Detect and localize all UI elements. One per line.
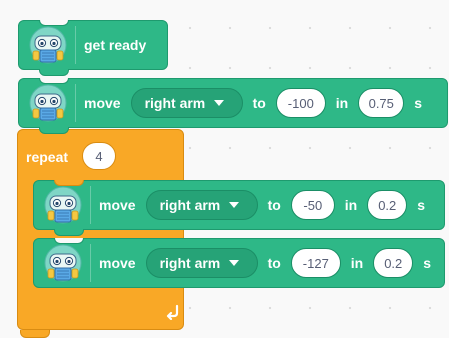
robot-avatar-icon <box>29 26 67 64</box>
body-part-value: right arm <box>144 95 206 111</box>
robot-avatar-icon <box>44 186 82 224</box>
move-label: move <box>99 255 136 271</box>
repeat-count-input[interactable]: 4 <box>82 142 116 170</box>
to-label: to <box>267 255 281 271</box>
to-label: to <box>267 197 281 213</box>
repeat-label: repeat <box>26 149 69 165</box>
seconds-label: s <box>414 95 423 111</box>
position-input[interactable]: -50 <box>290 190 335 220</box>
seconds-label: s <box>417 197 426 213</box>
block-divider <box>75 84 76 122</box>
chevron-down-icon <box>229 260 240 266</box>
code-workspace[interactable]: get ready move right arm to -100 in 0.75… <box>0 0 449 338</box>
body-part-dropdown[interactable]: right arm <box>130 88 243 118</box>
duration-input[interactable]: 0.75 <box>358 88 405 118</box>
block-divider <box>90 244 91 282</box>
move-block-3[interactable]: move right arm to -127 in 0.2 s <box>33 238 445 288</box>
robot-avatar-icon <box>44 244 82 282</box>
body-part-dropdown[interactable]: right arm <box>145 248 258 278</box>
chevron-down-icon <box>229 202 240 208</box>
body-part-value: right arm <box>159 255 221 271</box>
position-input[interactable]: -100 <box>275 88 326 118</box>
repeat-block-tab <box>20 330 50 338</box>
move-label: move <box>84 95 121 111</box>
move-label: move <box>99 197 136 213</box>
block-divider <box>75 26 76 64</box>
in-label: in <box>335 95 349 111</box>
move-block-1[interactable]: move right arm to -100 in 0.75 s <box>18 78 448 134</box>
duration-input[interactable]: 0.2 <box>373 248 414 278</box>
move-block-2[interactable]: move right arm to -50 in 0.2 s <box>33 180 445 236</box>
block-tab <box>39 69 69 76</box>
seconds-label: s <box>423 255 432 271</box>
get-ready-block[interactable]: get ready <box>18 20 168 76</box>
get-ready-label: get ready <box>84 37 147 53</box>
block-divider <box>90 186 91 224</box>
loop-arrow-icon <box>166 304 179 320</box>
chevron-down-icon <box>214 100 225 106</box>
robot-avatar-icon <box>29 84 67 122</box>
body-part-value: right arm <box>159 197 221 213</box>
in-label: in <box>350 255 364 271</box>
duration-input[interactable]: 0.2 <box>367 190 408 220</box>
to-label: to <box>252 95 266 111</box>
block-tab <box>39 127 69 134</box>
in-label: in <box>344 197 358 213</box>
block-tab <box>54 229 84 236</box>
body-part-dropdown[interactable]: right arm <box>145 190 258 220</box>
position-input[interactable]: -127 <box>290 248 341 278</box>
